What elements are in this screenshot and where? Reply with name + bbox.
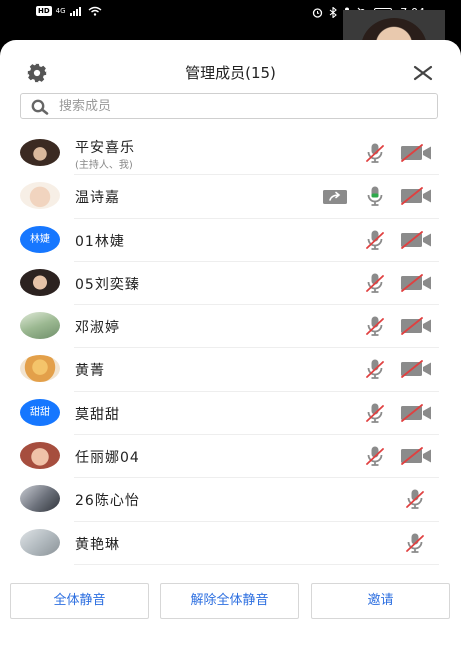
divider xyxy=(74,563,439,565)
mic-muted-icon[interactable] xyxy=(363,401,387,425)
avatar xyxy=(20,312,60,340)
avatar xyxy=(20,139,60,166)
avatar: 林婕 xyxy=(20,225,60,253)
member-row[interactable]: 甜甜 莫甜甜 xyxy=(0,392,461,436)
avatar xyxy=(20,355,60,383)
member-name: 温诗嘉 xyxy=(75,190,120,207)
avatar xyxy=(20,485,60,513)
status-bar-left: HD 4G xyxy=(36,6,102,16)
avatar xyxy=(20,182,60,210)
mic-muted-icon[interactable] xyxy=(363,141,387,165)
member-row[interactable]: 黄艳琳 xyxy=(0,522,461,565)
member-name: 平安喜乐 xyxy=(75,140,135,156)
manage-members-panel: 管理成员(15) 平安喜乐 (主持人、我) 温诗嘉 xyxy=(0,40,461,648)
mic-muted-icon[interactable] xyxy=(363,444,387,468)
avatar xyxy=(20,442,60,470)
member-name: 黄菁 xyxy=(75,363,105,380)
mic-muted-icon[interactable] xyxy=(363,314,387,338)
mic-muted-icon[interactable] xyxy=(403,487,427,511)
member-row[interactable]: 05刘奕臻 xyxy=(0,262,461,306)
hd-badge: HD xyxy=(36,6,52,16)
member-list: 平安喜乐 (主持人、我) 温诗嘉 林婕 01林婕 05刘奕臻 邓淑婷 黄菁 甜甜… xyxy=(0,132,461,565)
signal-icon xyxy=(69,7,81,16)
avatar xyxy=(20,528,60,556)
mic-muted-icon[interactable] xyxy=(363,357,387,381)
alarm-icon xyxy=(313,8,323,18)
member-name: 05刘奕臻 xyxy=(75,276,140,293)
unmute-all-button[interactable]: 解除全体静音 xyxy=(160,583,299,619)
member-row[interactable]: 林婕 01林婕 xyxy=(0,219,461,262)
camera-off-icon[interactable] xyxy=(400,230,432,249)
mic-muted-icon[interactable] xyxy=(363,228,387,252)
member-row[interactable]: 26陈心怡 xyxy=(0,478,461,522)
panel-header: 管理成员(15) xyxy=(0,40,461,100)
page-title: 管理成员(15) xyxy=(185,64,276,82)
member-name: 邓淑婷 xyxy=(75,320,120,337)
camera-off-icon[interactable] xyxy=(400,273,432,292)
member-role: (主持人、我) xyxy=(75,160,133,171)
screen-share-icon[interactable] xyxy=(322,188,348,206)
search-bar[interactable] xyxy=(20,93,438,119)
invite-button[interactable]: 邀请 xyxy=(311,583,450,619)
camera-off-icon[interactable] xyxy=(400,403,432,422)
member-row[interactable]: 平安喜乐 (主持人、我) xyxy=(0,132,461,176)
avatar: 甜甜 xyxy=(20,398,60,426)
network-label: 4G xyxy=(55,7,66,15)
camera-off-icon[interactable] xyxy=(400,187,432,206)
member-name: 莫甜甜 xyxy=(75,406,120,423)
member-name: 任丽娜04 xyxy=(75,450,140,467)
search-input[interactable] xyxy=(59,96,419,116)
member-name: 26陈心怡 xyxy=(75,493,140,510)
camera-off-icon[interactable] xyxy=(400,144,432,162)
mic-muted-icon[interactable] xyxy=(403,531,427,555)
member-row[interactable]: 任丽娜04 xyxy=(0,435,461,479)
camera-off-icon[interactable] xyxy=(400,447,432,465)
member-name: 黄艳琳 xyxy=(75,536,120,553)
mute-all-button[interactable]: 全体静音 xyxy=(10,583,149,619)
bluetooth-icon xyxy=(329,7,338,18)
mic-muted-icon[interactable] xyxy=(363,271,387,295)
member-row[interactable]: 邓淑婷 xyxy=(0,305,461,349)
camera-off-icon[interactable] xyxy=(400,360,432,379)
member-row[interactable]: 温诗嘉 xyxy=(0,175,461,219)
wifi-icon xyxy=(88,6,102,16)
mic-on-icon[interactable] xyxy=(363,184,387,208)
member-name: 01林婕 xyxy=(75,233,125,250)
avatar xyxy=(20,268,60,296)
member-row[interactable]: 黄菁 xyxy=(0,348,461,392)
camera-off-icon[interactable] xyxy=(400,317,432,336)
bottom-actions: 全体静音 解除全体静音 邀请 xyxy=(10,583,450,619)
search-icon xyxy=(31,99,49,115)
close-icon[interactable] xyxy=(412,62,434,84)
